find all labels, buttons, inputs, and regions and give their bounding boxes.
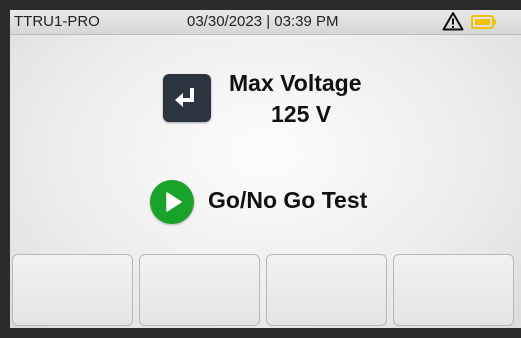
enter-button[interactable] xyxy=(163,74,211,122)
date-time: 03/30/2023 | 03:39 PM xyxy=(187,13,339,30)
softkey-label xyxy=(140,255,259,281)
go-no-go-test[interactable]: Go/No Go Test xyxy=(150,178,420,226)
softkey-3[interactable] xyxy=(266,254,387,326)
test-label: Go/No Go Test xyxy=(208,187,368,213)
play-button[interactable] xyxy=(150,180,194,224)
device-bezel: TTRU1-PRO 03/30/2023 | 03:39 PM Max Volt… xyxy=(0,0,521,338)
setting-label: Max Voltage xyxy=(229,70,362,96)
softkey-2[interactable] xyxy=(139,254,260,326)
softkey-4[interactable] xyxy=(393,254,514,326)
status-bar: TTRU1-PRO 03/30/2023 | 03:39 PM xyxy=(10,10,521,35)
softkey-label xyxy=(13,255,132,281)
display-screen: TTRU1-PRO 03/30/2023 | 03:39 PM Max Volt… xyxy=(10,10,521,328)
device-name: TTRU1-PRO xyxy=(14,13,100,30)
softkey-bar xyxy=(10,254,521,328)
softkey-label xyxy=(267,255,386,281)
softkey-1[interactable] xyxy=(12,254,133,326)
warning-triangle-icon xyxy=(442,11,464,31)
setting-value: 125 V xyxy=(271,101,332,127)
enter-icon xyxy=(175,88,194,107)
battery-icon xyxy=(471,15,497,29)
play-icon xyxy=(166,192,182,212)
softkey-label xyxy=(394,255,513,281)
max-voltage-setting: Max Voltage 125 V xyxy=(163,64,403,134)
